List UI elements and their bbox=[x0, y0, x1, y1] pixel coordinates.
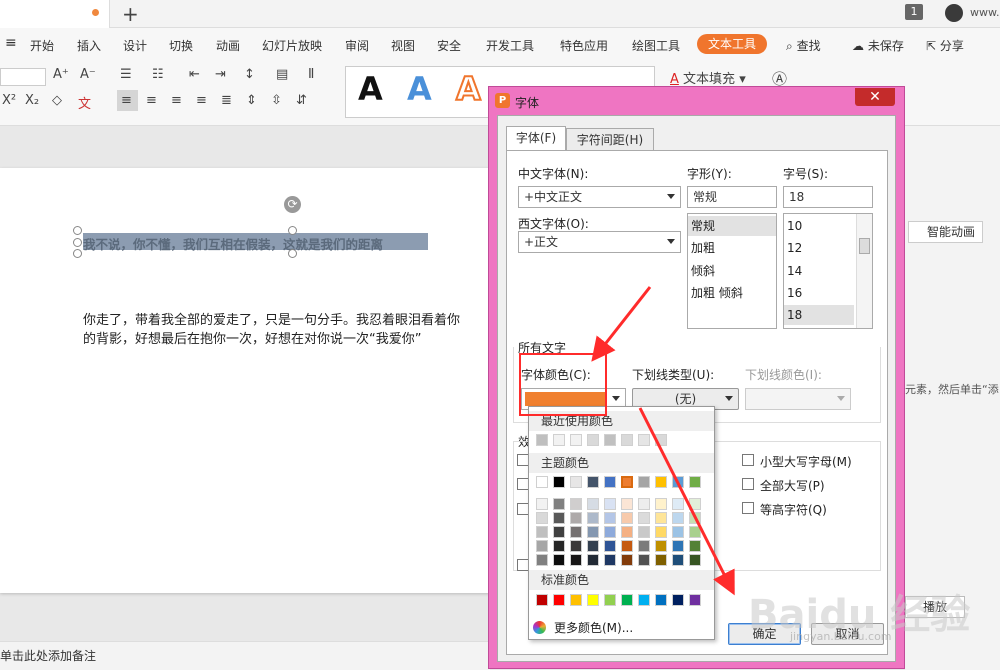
watermark-url: jingyan.baidu.com bbox=[790, 630, 892, 643]
annotation-arrows bbox=[591, 286, 735, 596]
annotation-arrow bbox=[591, 286, 652, 362]
annotation-arrow bbox=[638, 407, 735, 596]
